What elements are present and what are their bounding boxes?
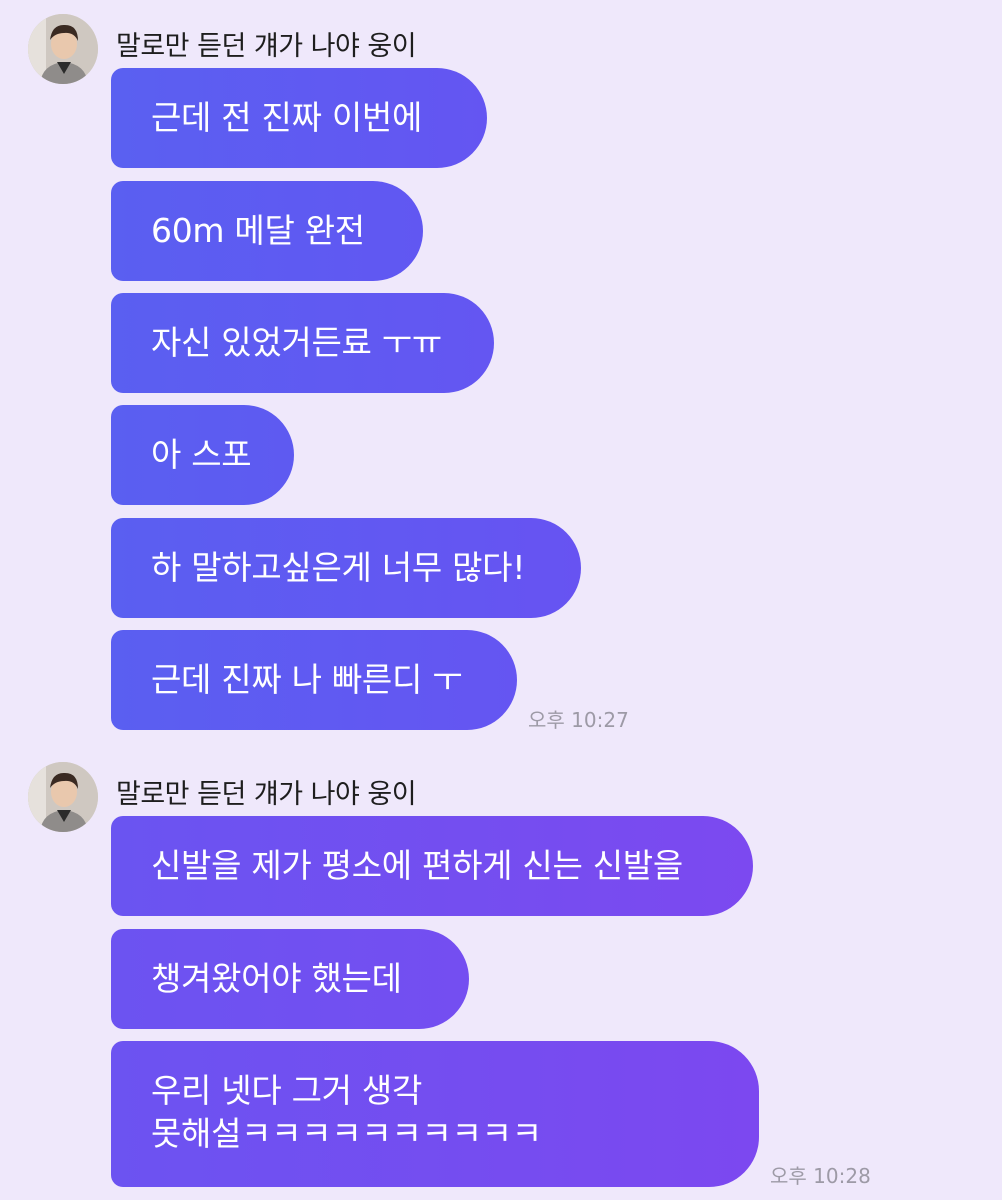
message-line: 못해설ㅋㅋㅋㅋㅋㅋㅋㅋㅋㅋ [151,1114,542,1153]
message-bubble[interactable]: 신발을 제가 평소에 편하게 신는 신발을 [111,816,753,916]
message-bubble-multiline[interactable]: 우리 넷다 그거 생각 못해설ㅋㅋㅋㅋㅋㅋㅋㅋㅋㅋ [111,1041,759,1187]
message-bubble[interactable]: 챙겨왔어야 했는데 [111,929,469,1029]
chat-screen: { "groups": [ { "sender": "말로만 듣던 걔가 나야 … [0,0,1002,1200]
message-line: 우리 넷다 그거 생각 [151,1071,423,1110]
sender-name: 말로만 듣던 걔가 나야 웅이 [116,779,417,810]
message-group-2: 말로만 듣던 걔가 나야 웅이 신발을 제가 평소에 편하게 신는 신발을 챙겨… [0,0,1002,1200]
profile-photo-icon [28,762,98,832]
avatar[interactable] [28,762,98,832]
message-timestamp: 오후 10:28 [770,1164,871,1188]
